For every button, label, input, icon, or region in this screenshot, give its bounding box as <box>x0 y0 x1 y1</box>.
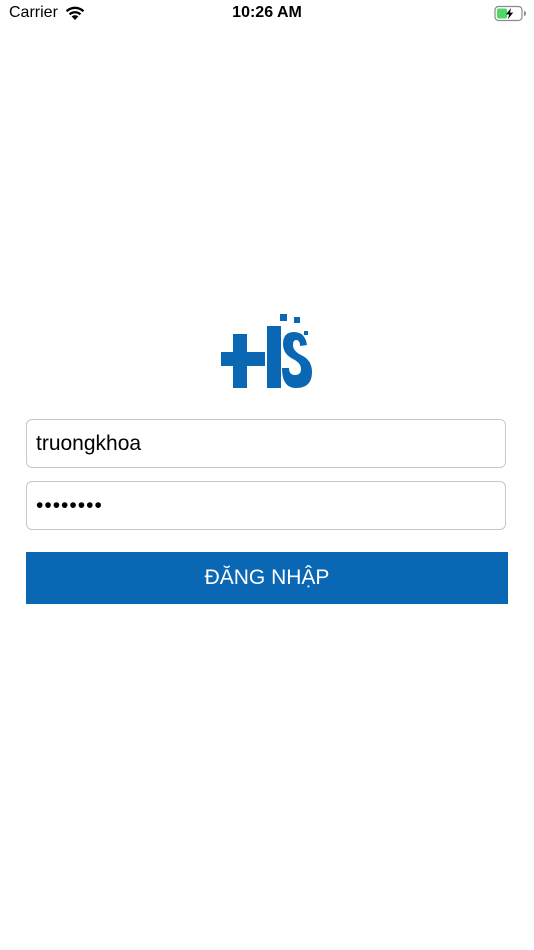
status-time: 10:26 AM <box>232 4 302 21</box>
status-bar: Carrier 10:26 AM <box>0 0 534 28</box>
username-input[interactable] <box>26 419 506 468</box>
login-button[interactable]: ĐĂNG NHẬP <box>26 552 508 604</box>
battery-charging-icon <box>494 5 526 22</box>
his-logo-icon <box>221 314 312 388</box>
password-input[interactable] <box>26 481 506 530</box>
